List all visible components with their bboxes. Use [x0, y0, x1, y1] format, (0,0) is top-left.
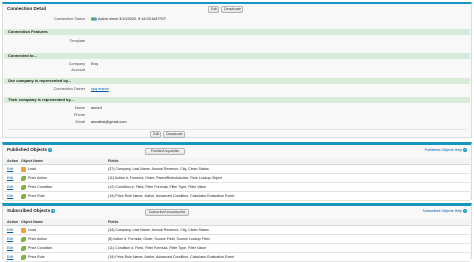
subscribed-table-header: Action Object Name Fields — [4, 219, 470, 226]
leaf-icon — [21, 254, 26, 260]
published-help-link[interactable]: Published Objects Help? — [424, 148, 467, 153]
object-name: Price Action — [28, 176, 47, 180]
object-name-cell: Price Rule — [21, 192, 45, 200]
edit-link[interactable]: Edit — [7, 235, 13, 243]
edit-link[interactable]: Edit — [7, 192, 13, 200]
phone-label: Phone — [74, 113, 85, 117]
fields-cell: (34) Company, Last Name, Annual Revenue,… — [108, 228, 209, 232]
published-title-text: Published Objects — [7, 147, 48, 152]
object-name: Price Rule — [28, 255, 45, 259]
table-row: Edit Price Rule (19) Price Rule Name, Acti… — [4, 192, 470, 201]
col-fields: Fields — [108, 220, 119, 224]
published-table-header: Action Object Name Fields — [4, 158, 470, 165]
account-label: Account — [71, 68, 85, 72]
table-row: Edit Price Rule (19) Price Rule Name, Acti… — [4, 253, 470, 262]
col-action: Action — [7, 159, 19, 163]
object-name: Price Condition — [28, 185, 53, 189]
status-label: Connection Status — [53, 17, 85, 21]
object-name: Price Condition — [28, 246, 53, 250]
fields-cell: (19) Price Rule Name, Active, Advanced C… — [108, 194, 235, 198]
fields-cell: (37) Company, Last Name, Annual Revenue,… — [108, 167, 209, 171]
edit-link[interactable]: Edit — [7, 165, 13, 173]
edit-link[interactable]: Edit — [7, 226, 13, 234]
object-name-cell: Lead — [21, 165, 36, 173]
table-row: Edit Price Condition (12) Condition #, Fie… — [4, 183, 470, 192]
fields-cell: (11) Action #, Formula, Order, ParentRul… — [108, 176, 222, 180]
subscribe-unsubscribe-button[interactable]: Subscribe/Unsubscribe — [145, 209, 189, 216]
connection-detail-panel: Connection Detail Edit Deactivate Connec… — [2, 2, 472, 138]
object-name: Price Action — [28, 237, 47, 241]
company-label: Company — [68, 62, 85, 66]
object-name: Lead — [28, 167, 36, 171]
published-objects-list: Published Objects? Publish/Unpublish Pub… — [2, 142, 472, 201]
table-row: Edit Lead (34) Company, Last Name, Annual … — [4, 226, 470, 235]
object-name-cell: Price Condition — [21, 244, 52, 252]
table-row: Edit Price Action (11) Action #, Formula, … — [4, 174, 470, 183]
leaf-icon — [21, 245, 26, 251]
help-icon: ? — [463, 209, 467, 214]
help-icon[interactable]: ? — [51, 208, 56, 213]
table-row: Edit Price Action (8) Action #, Formula, O… — [4, 235, 470, 244]
help-icon: ? — [463, 148, 467, 153]
edit-link[interactable]: Edit — [7, 244, 13, 252]
deactivate-button-bottom[interactable]: Deactivate — [163, 131, 185, 138]
lead-icon — [21, 166, 26, 172]
section-connected-to: Connected to... — [4, 53, 470, 59]
fields-cell: (11) Condition #, Field, Filter Formula,… — [108, 246, 206, 250]
leaf-icon — [21, 175, 26, 181]
fields-cell: (8) Action #, Formula, Order, Source Fie… — [108, 237, 210, 241]
object-name-cell: Price Condition — [21, 183, 52, 191]
published-objects-title: Published Objects? — [7, 147, 53, 152]
col-object: Object Name — [21, 159, 43, 163]
col-action: Action — [7, 220, 19, 224]
subscribed-objects-list: Subscribed Objects? Subscribe/Unsubscrib… — [2, 203, 472, 262]
section-connection-features: Connection Features — [4, 29, 470, 35]
owner-link[interactable]: cpq march — [91, 87, 109, 91]
subscribed-help-text: Subscribed Objects Help — [422, 209, 462, 213]
edit-link[interactable]: Edit — [7, 174, 13, 182]
fields-cell: (12) Condition #, Field, Filter Formula,… — [108, 185, 207, 189]
col-object: Object Name — [21, 220, 43, 224]
company-value: Enq — [91, 62, 98, 66]
edit-button[interactable]: Edit — [208, 6, 219, 13]
help-icon[interactable]: ? — [48, 147, 53, 152]
status-value: Active since 3/10/2020, 9:16:03 AM PDT — [91, 16, 166, 22]
email-label: Email — [75, 120, 86, 124]
section-their-company: Their company is represented by... — [4, 97, 470, 103]
detail-title: Connection Detail — [7, 6, 47, 11]
col-fields: Fields — [108, 159, 119, 163]
subscribed-objects-title: Subscribed Objects? — [7, 208, 56, 213]
object-name: Price Rule — [28, 194, 45, 198]
email-value: annalhai@gmail.com — [91, 120, 127, 124]
object-name-cell: Price Action — [21, 235, 47, 243]
object-name: Lead — [28, 228, 36, 232]
owner-label: Connection Owner — [53, 87, 85, 91]
table-row: Edit Lead (37) Company, Last Name, Annual … — [4, 165, 470, 174]
table-row: Edit Price Condition (11) Condition #, Fie… — [4, 244, 470, 253]
subscribed-help-link[interactable]: Subscribed Objects Help? — [422, 209, 467, 214]
connection-icon — [91, 17, 97, 21]
subscribed-title-text: Subscribed Objects — [7, 208, 51, 213]
deactivate-button[interactable]: Deactivate — [221, 6, 243, 13]
status-text: Active since 3/10/2020, 9:16:03 AM PDT — [97, 17, 167, 21]
edit-link[interactable]: Edit — [7, 183, 13, 191]
divider — [7, 129, 467, 130]
connection-page: Connection Detail Edit Deactivate Connec… — [0, 0, 474, 262]
published-help-text: Published Objects Help — [424, 148, 462, 152]
section-our-company: Our company is represented by... — [4, 78, 470, 84]
leaf-icon — [21, 193, 26, 199]
leaf-icon — [21, 184, 26, 190]
publish-unpublish-button[interactable]: Publish/Unpublish — [145, 148, 185, 155]
lead-icon — [21, 227, 26, 233]
name-label: Name — [74, 106, 85, 110]
object-name-cell: Lead — [21, 226, 36, 234]
leaf-icon — [21, 236, 26, 242]
template-label: Template — [69, 39, 85, 43]
name-value: anna li — [91, 106, 103, 110]
edit-button-bottom[interactable]: Edit — [150, 131, 161, 138]
object-name-cell: Price Action — [21, 174, 47, 182]
